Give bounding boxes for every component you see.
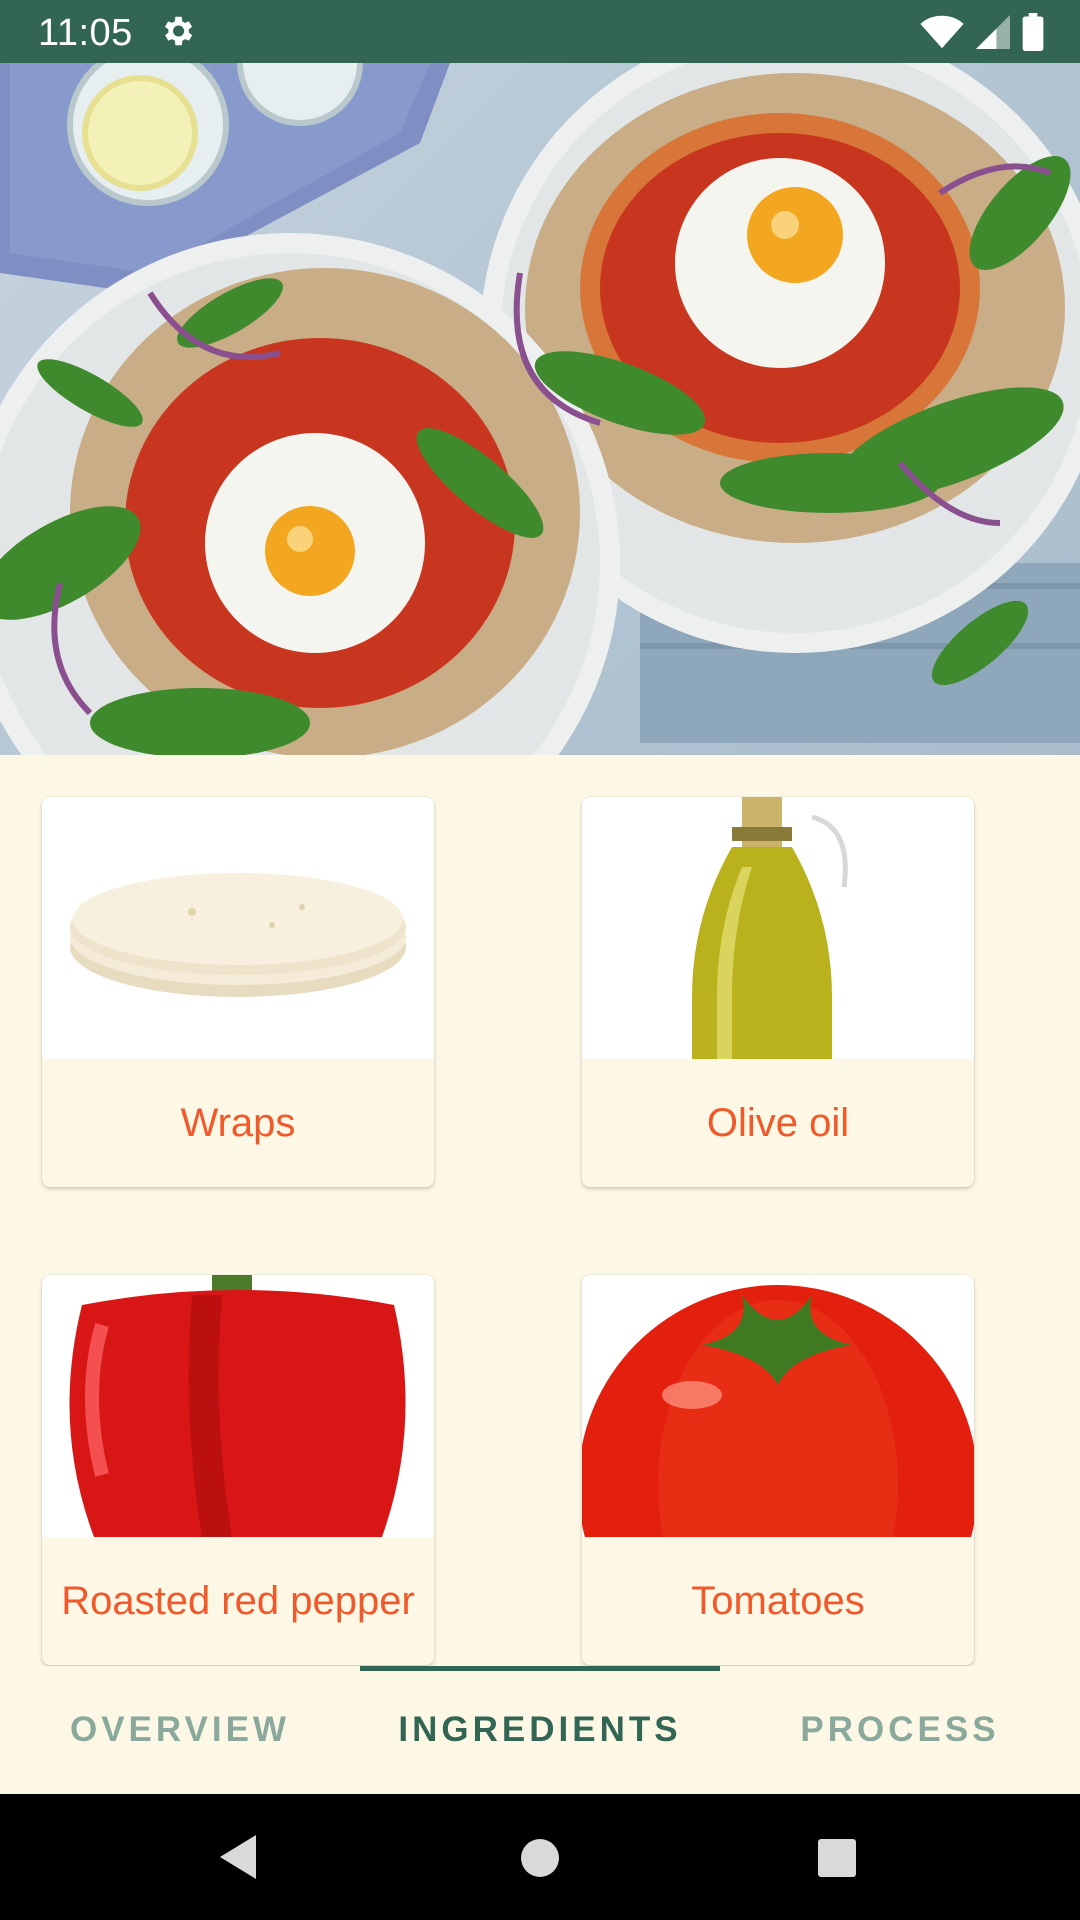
battery-icon <box>1022 13 1044 51</box>
recents-square-icon[interactable] <box>817 1838 857 1878</box>
system-nav-bar <box>0 1794 1080 1920</box>
red-pepper-image <box>42 1275 434 1537</box>
status-bar: 11:05 <box>0 0 1080 63</box>
tomato-image <box>582 1275 974 1537</box>
gear-icon <box>164 16 193 46</box>
signal-icon <box>976 15 1010 49</box>
ingredient-label: Roasted red pepper <box>61 1578 415 1623</box>
wifi-icon <box>920 15 964 49</box>
ingredient-card-roasted-red-pepper[interactable]: Roasted red pepper <box>42 1275 434 1665</box>
home-circle-icon[interactable] <box>519 1837 561 1879</box>
wraps-image <box>42 797 434 1059</box>
tab-overview[interactable]: OVERVIEW <box>0 1666 360 1794</box>
ingredient-label: Olive oil <box>706 1100 850 1145</box>
tab-bar: OVERVIEW INGREDIENTS PROCESS <box>0 1666 1080 1794</box>
ingredient-card-olive-oil[interactable]: Olive oil <box>582 797 974 1187</box>
status-icons <box>920 12 1044 52</box>
olive-oil-image <box>582 797 974 1059</box>
ingredient-label: Tomatoes <box>691 1578 865 1623</box>
tab-ingredients[interactable]: INGREDIENTS <box>360 1666 720 1794</box>
back-triangle-icon[interactable] <box>216 1833 260 1881</box>
ingredient-label: Wraps <box>180 1100 296 1145</box>
ingredient-card-wraps[interactable]: Wraps <box>42 797 434 1187</box>
pizza-plates-illustration <box>0 63 1080 755</box>
recipe-hero-image <box>0 63 1080 755</box>
status-time: 11:05 <box>38 12 133 54</box>
ingredient-card-tomatoes[interactable]: Tomatoes <box>582 1275 974 1665</box>
tab-process[interactable]: PROCESS <box>720 1666 1080 1794</box>
